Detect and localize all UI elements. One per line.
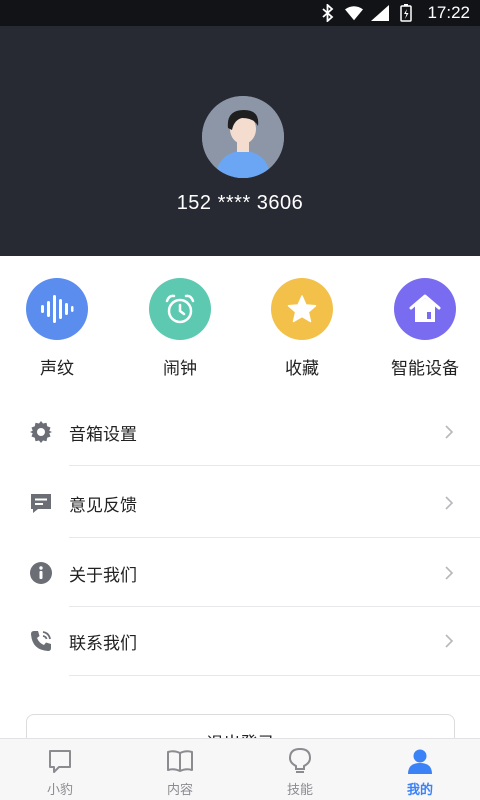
quick-action-label: 智能设备 xyxy=(391,359,459,379)
lightbulb-icon xyxy=(286,747,314,775)
tab-label: 小豹 xyxy=(46,783,73,798)
menu-item-label: 关于我们 xyxy=(69,565,137,586)
quick-action-label: 闹钟 xyxy=(163,359,197,379)
tab-xiaobao[interactable]: 小豹 xyxy=(0,739,120,800)
gear-icon xyxy=(28,419,54,445)
bottom-tab-bar: 小豹 内容 技能 我的 xyxy=(0,738,480,800)
smart-home-icon xyxy=(394,278,456,340)
chevron-right-icon xyxy=(445,566,454,580)
quick-action-favorites[interactable]: 收藏 xyxy=(242,278,362,379)
chevron-right-icon xyxy=(445,496,454,510)
phone-number: 152 **** 3606 xyxy=(176,192,304,214)
wifi-icon xyxy=(345,4,364,22)
info-icon xyxy=(28,560,54,586)
book-icon xyxy=(166,747,194,775)
menu-item-feedback[interactable]: 意见反馈 xyxy=(0,468,480,538)
tab-label: 内容 xyxy=(166,783,193,798)
menu-item-about-us[interactable]: 关于我们 xyxy=(0,538,480,608)
menu-item-speaker-settings[interactable]: 音箱设置 xyxy=(0,397,480,467)
profile-header: 152 **** 3606 xyxy=(0,26,480,256)
chat-bubble-icon xyxy=(46,747,74,775)
feedback-icon xyxy=(28,490,54,516)
quick-action-voiceprint[interactable]: 声纹 xyxy=(0,278,117,379)
status-time: 17:22 xyxy=(427,3,470,22)
menu-item-contact-us[interactable]: 联系我们 xyxy=(0,606,480,676)
signal-icon xyxy=(371,4,390,22)
voiceprint-icon xyxy=(26,278,88,340)
avatar[interactable] xyxy=(202,96,284,178)
menu-divider xyxy=(69,465,480,466)
quick-action-label: 声纹 xyxy=(40,359,74,379)
menu-item-label: 意见反馈 xyxy=(69,495,137,516)
alarm-clock-icon xyxy=(149,278,211,340)
tab-skills[interactable]: 技能 xyxy=(240,739,360,800)
user-icon xyxy=(406,747,434,775)
tab-label: 我的 xyxy=(406,783,433,798)
tab-content[interactable]: 内容 xyxy=(120,739,240,800)
tab-label: 技能 xyxy=(286,783,313,798)
quick-actions: 声纹 闹钟 收藏 智能设备 xyxy=(0,256,480,381)
quick-action-alarm[interactable]: 闹钟 xyxy=(120,278,240,379)
menu-item-label: 音箱设置 xyxy=(69,424,137,445)
quick-action-smart-devices[interactable]: 智能设备 xyxy=(365,278,480,379)
chevron-right-icon xyxy=(445,425,454,439)
star-icon xyxy=(271,278,333,340)
status-bar: 17:22 xyxy=(0,0,480,26)
chevron-right-icon xyxy=(445,634,454,648)
phone-icon xyxy=(28,628,54,654)
quick-action-label: 收藏 xyxy=(285,359,319,379)
menu-item-label: 联系我们 xyxy=(69,633,137,654)
tab-mine[interactable]: 我的 xyxy=(360,739,480,800)
bluetooth-icon xyxy=(319,4,337,22)
battery-icon xyxy=(397,4,415,22)
menu-divider xyxy=(69,675,480,676)
